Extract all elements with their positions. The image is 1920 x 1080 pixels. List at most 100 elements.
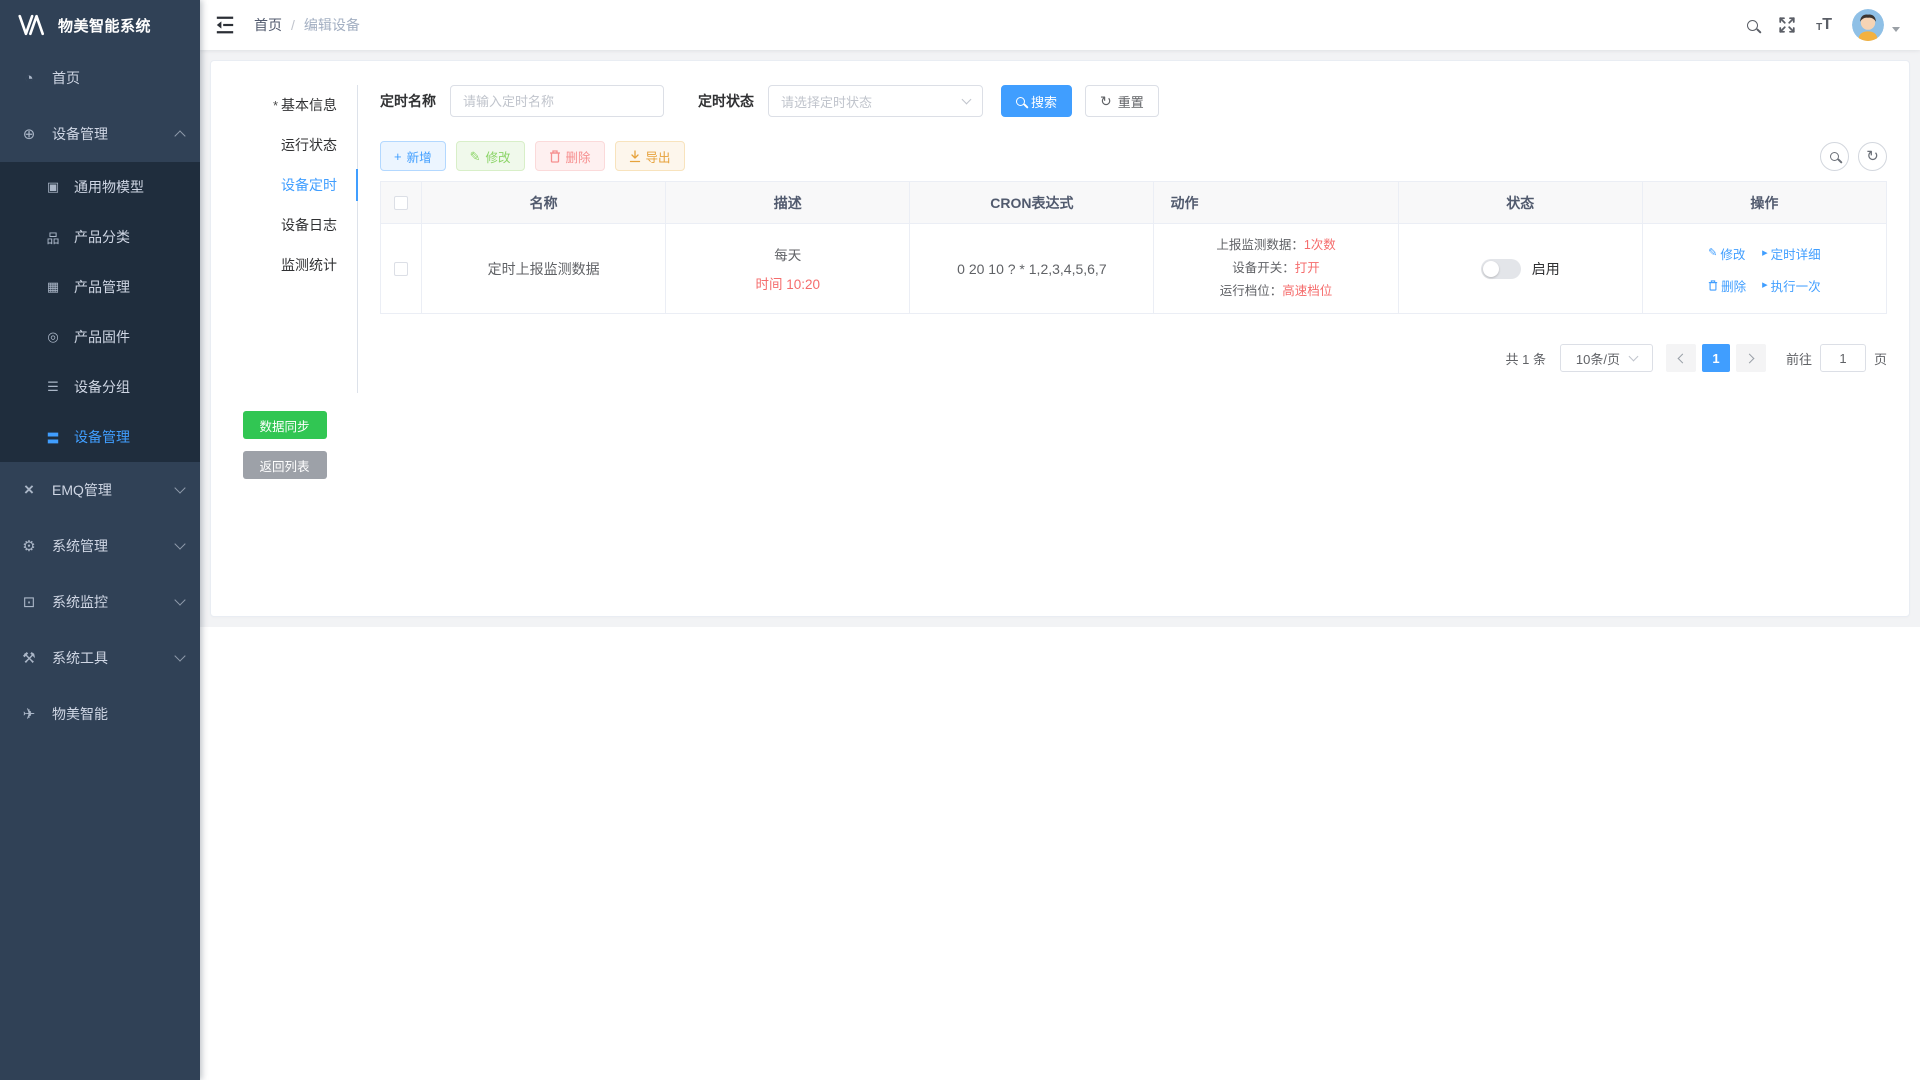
sidebar-item-product-firmware[interactable]: ◎ 产品固件 bbox=[0, 312, 200, 362]
pencil-icon: ✎ bbox=[1708, 248, 1717, 259]
row-delete-link[interactable]: 删除 bbox=[1708, 276, 1746, 295]
refresh-table-button[interactable]: ↻ bbox=[1858, 142, 1887, 171]
prev-page-button[interactable] bbox=[1666, 344, 1696, 372]
show-search-toggle-button[interactable] bbox=[1820, 142, 1849, 171]
search-icon bbox=[1016, 97, 1025, 106]
col-cron: CRON表达式 bbox=[910, 182, 1154, 224]
fullscreen-icon[interactable] bbox=[1778, 16, 1796, 34]
cell-name: 定时上报监测数据 bbox=[422, 224, 666, 314]
download-icon bbox=[629, 150, 641, 163]
goto-page-input[interactable] bbox=[1820, 344, 1866, 372]
user-menu[interactable] bbox=[1852, 9, 1900, 41]
chevron-right-icon bbox=[1745, 353, 1755, 363]
chevron-down-icon bbox=[174, 482, 185, 493]
filter-form: 定时名称 定时状态 请选择定时状态 搜索 ↻ bbox=[380, 85, 1887, 117]
row-timer-detail-link[interactable]: ▸ 定时详细 bbox=[1762, 244, 1821, 263]
chevron-down-icon bbox=[1629, 352, 1639, 362]
delete-button[interactable]: 删除 bbox=[535, 141, 605, 171]
timer-table: 名称 描述 CRON表达式 动作 状态 操作 定时上报监测数据 bbox=[380, 181, 1887, 314]
search-icon[interactable] bbox=[1747, 20, 1758, 31]
back-to-list-button[interactable]: 返回列表 bbox=[243, 451, 327, 479]
sidebar-item-system-tools[interactable]: ⚒ 系统工具 bbox=[0, 630, 200, 686]
avatar[interactable] bbox=[1852, 9, 1884, 41]
sidebar-item-emq-management[interactable]: × EMQ管理 bbox=[0, 462, 200, 518]
timer-name-input[interactable] bbox=[450, 85, 664, 117]
search-icon bbox=[1830, 152, 1839, 161]
tab-device-timer[interactable]: 设备定时 bbox=[211, 165, 357, 205]
cell-cron: 0 20 10 ? * 1,2,3,4,5,6,7 bbox=[910, 224, 1154, 314]
device-tabs: *基本信息 运行状态 设备定时 设备日志 监测统计 bbox=[211, 85, 358, 393]
toolbox-icon: ⚒ bbox=[20, 649, 38, 667]
chevron-left-icon bbox=[1678, 353, 1688, 363]
add-button[interactable]: + 新增 bbox=[380, 141, 446, 171]
row-checkbox[interactable] bbox=[394, 262, 408, 276]
sidebar-item-system-management[interactable]: ⚙ 系统管理 bbox=[0, 518, 200, 574]
device-panel-card: *基本信息 运行状态 设备定时 设备日志 监测统计 bbox=[210, 60, 1910, 617]
sidebar-item-thing-model[interactable]: ▣ 通用物模型 bbox=[0, 162, 200, 212]
emq-icon: × bbox=[20, 480, 38, 500]
pagination: 共 1 条 10条/页 1 前往 页 bbox=[380, 344, 1887, 372]
sidebar-fold-icon[interactable] bbox=[214, 15, 236, 35]
col-description: 描述 bbox=[666, 182, 910, 224]
next-page-button[interactable] bbox=[1736, 344, 1766, 372]
font-size-icon[interactable]: TT bbox=[1816, 17, 1832, 33]
sidebar-item-device-management[interactable]: ⊕ 设备管理 bbox=[0, 106, 200, 162]
cell-status: 启用 bbox=[1398, 224, 1642, 314]
col-action: 动作 bbox=[1154, 182, 1398, 224]
device-tabs-column: *基本信息 运行状态 设备定时 设备日志 监测统计 bbox=[211, 61, 358, 616]
timer-name-label: 定时名称 bbox=[380, 91, 436, 111]
group-icon: ☰ bbox=[44, 379, 62, 395]
pagination-total: 共 1 条 bbox=[1506, 349, 1546, 368]
grid-icon: ▦ bbox=[44, 279, 62, 295]
col-operation: 操作 bbox=[1642, 182, 1886, 224]
app-root: 物美智能系统 ◔ 首页 ⊕ 设备管理 ▣ 通用物模型 品 产品分类 ▦ 产品管理 bbox=[0, 0, 1920, 1080]
device-icon: ⊕ bbox=[20, 125, 38, 143]
table-toolbar: + 新增 ✎ 修改 删除 bbox=[380, 141, 1887, 171]
device-management-submenu: ▣ 通用物模型 品 产品分类 ▦ 产品管理 ◎ 产品固件 ☰ 设备分组 〓 设备… bbox=[0, 162, 200, 462]
timer-status-label: 定时状态 bbox=[698, 91, 754, 111]
paper-plane-icon: ✈ bbox=[20, 705, 38, 723]
search-button[interactable]: 搜索 bbox=[1001, 85, 1072, 117]
status-toggle[interactable] bbox=[1481, 259, 1521, 279]
table-header-row: 名称 描述 CRON表达式 动作 状态 操作 bbox=[381, 182, 1887, 224]
refresh-icon: ↻ bbox=[1100, 94, 1112, 108]
sitemap-icon: 品 bbox=[44, 228, 62, 247]
row-edit-link[interactable]: ✎ 修改 bbox=[1708, 244, 1745, 263]
reset-button[interactable]: ↻ 重置 bbox=[1085, 85, 1159, 117]
export-button[interactable]: 导出 bbox=[615, 141, 685, 171]
chevron-down-icon bbox=[962, 95, 972, 105]
breadcrumb-separator: / bbox=[291, 17, 295, 33]
tab-device-log[interactable]: 设备日志 bbox=[211, 205, 357, 245]
timer-status-select[interactable]: 请选择定时状态 bbox=[768, 85, 983, 117]
main-region: 首页 / 编辑设备 TT bbox=[200, 0, 1920, 1080]
bars-icon: 〓 bbox=[44, 428, 62, 447]
sidebar-item-system-monitor[interactable]: ⊡ 系统监控 bbox=[0, 574, 200, 630]
select-all-checkbox[interactable] bbox=[394, 196, 408, 210]
timer-content: 定时名称 定时状态 请选择定时状态 搜索 ↻ bbox=[358, 61, 1909, 616]
breadcrumb-home[interactable]: 首页 bbox=[254, 15, 282, 35]
sidebar-item-device-management-sub[interactable]: 〓 设备管理 bbox=[0, 412, 200, 462]
sidebar-item-device-group[interactable]: ☰ 设备分组 bbox=[0, 362, 200, 412]
cube-icon: ▣ bbox=[44, 179, 62, 195]
sidebar-item-product-management[interactable]: ▦ 产品管理 bbox=[0, 262, 200, 312]
page-size-select[interactable]: 10条/页 bbox=[1560, 344, 1653, 372]
topbar: 首页 / 编辑设备 TT bbox=[200, 0, 1920, 50]
logo-icon bbox=[18, 13, 48, 37]
sidebar-item-home[interactable]: ◔ 首页 bbox=[0, 50, 200, 106]
page-1-button[interactable]: 1 bbox=[1702, 344, 1730, 372]
sidebar-item-product-category[interactable]: 品 产品分类 bbox=[0, 212, 200, 262]
tab-running-status[interactable]: 运行状态 bbox=[211, 125, 357, 165]
cell-action: 上报监测数据：1次数 设备开关：打开 运行档位：高速档位 bbox=[1154, 224, 1398, 314]
row-run-once-link[interactable]: ▸ 执行一次 bbox=[1762, 276, 1821, 295]
data-sync-button[interactable]: 数据同步 bbox=[243, 411, 327, 439]
edit-button[interactable]: ✎ 修改 bbox=[456, 141, 525, 171]
logo[interactable]: 物美智能系统 bbox=[0, 0, 200, 50]
refresh-icon: ↻ bbox=[1866, 149, 1879, 164]
tab-basic-info[interactable]: *基本信息 bbox=[211, 85, 357, 125]
caret-down-icon bbox=[1892, 27, 1900, 32]
trash-icon bbox=[549, 150, 561, 163]
sidebar-item-wumei-smart[interactable]: ✈ 物美智能 bbox=[0, 686, 200, 742]
sidebar: 物美智能系统 ◔ 首页 ⊕ 设备管理 ▣ 通用物模型 品 产品分类 ▦ 产品管理 bbox=[0, 0, 200, 1080]
plus-icon: + bbox=[394, 150, 402, 163]
tab-monitor-statistics[interactable]: 监测统计 bbox=[211, 245, 357, 285]
